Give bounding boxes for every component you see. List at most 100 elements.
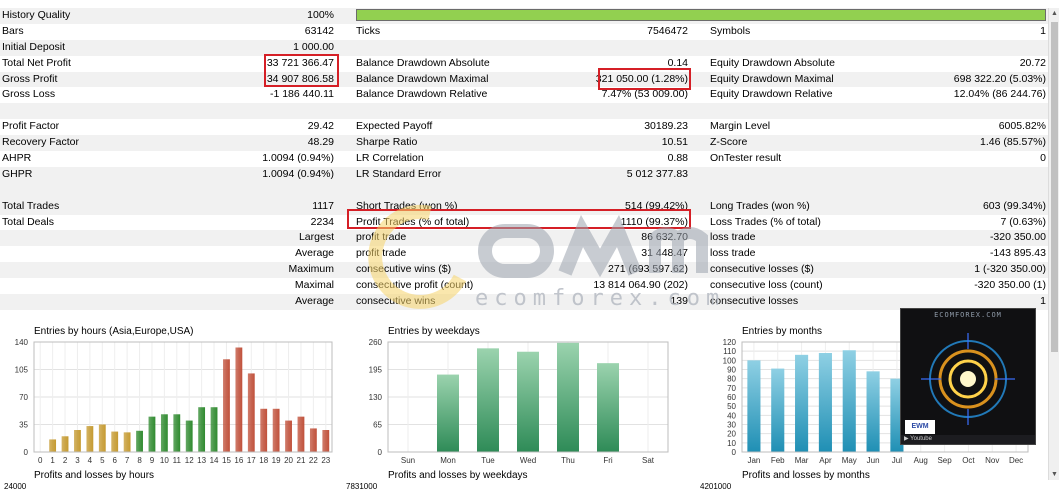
metric-value: 10.51 bbox=[661, 136, 688, 149]
x-tick-label: 23 bbox=[321, 456, 330, 465]
x-tick-label: Fri bbox=[603, 456, 613, 465]
metric-label: Largest bbox=[298, 231, 334, 244]
metric-value: 1 bbox=[1040, 24, 1046, 37]
x-tick-label: Sun bbox=[401, 456, 415, 465]
bar bbox=[247, 373, 255, 452]
metric-label: Average bbox=[295, 295, 334, 308]
metric-value: -320 350.00 (1) bbox=[974, 279, 1046, 292]
metric-value: 5 012 377.83 bbox=[626, 167, 688, 180]
metric-value: 271 (693 597.62) bbox=[608, 263, 688, 276]
chart-title: Entries by months bbox=[742, 326, 823, 337]
bar bbox=[98, 424, 106, 452]
report-row: Gross Loss -1 186 440.11 Balance Drawdown … bbox=[0, 87, 1048, 103]
x-tick-label: 14 bbox=[210, 456, 219, 465]
video-controls[interactable]: ▶ Youtube bbox=[901, 435, 1035, 444]
x-tick-label: Thu bbox=[561, 456, 575, 465]
x-tick-label: 7 bbox=[125, 456, 130, 465]
x-tick-label: Sat bbox=[642, 456, 655, 465]
x-tick-label: May bbox=[842, 456, 857, 465]
report-row: Maximal consecutive profit (count) 13 814 … bbox=[0, 278, 1048, 294]
metric-value: 29.42 bbox=[307, 120, 334, 133]
metric-value: 6005.82% bbox=[998, 120, 1046, 133]
x-tick-label: Jun bbox=[867, 456, 880, 465]
x-tick-label: Mar bbox=[795, 456, 809, 465]
bar bbox=[136, 430, 143, 452]
report-row: AHPR 1.0094 (0.94%) LR Correlation 0.88 OnTe… bbox=[0, 151, 1048, 167]
months-pl-axis-label: 4201000 bbox=[700, 482, 732, 491]
x-tick-label: Oct bbox=[962, 456, 975, 465]
bar bbox=[49, 439, 57, 452]
bar bbox=[747, 360, 761, 452]
x-tick-label: 18 bbox=[259, 456, 268, 465]
y-tick-label: 260 bbox=[369, 338, 383, 347]
x-tick-label: 8 bbox=[137, 456, 142, 465]
x-tick-label: 10 bbox=[160, 456, 169, 465]
bar bbox=[771, 368, 785, 452]
report-row: Average profit trade 31 448.47 loss trade -1… bbox=[0, 246, 1048, 262]
report-row: Recovery Factor 48.29 Sharpe Ratio 10.51 Z-S… bbox=[0, 135, 1048, 152]
bar bbox=[517, 351, 539, 452]
x-tick-label: 3 bbox=[75, 456, 80, 465]
bar bbox=[160, 414, 168, 452]
chart-title: Entries by weekdays bbox=[388, 326, 480, 337]
video-thumbnail[interactable]: ECOMFOREX.COM EWM ▶ Youtube bbox=[900, 308, 1036, 445]
x-tick-label: Apr bbox=[819, 456, 832, 465]
x-tick-label: 9 bbox=[150, 456, 155, 465]
report-row: Bars 63142 Ticks 7546472 Symbols 1 bbox=[0, 24, 1048, 40]
metric-value: 1.46 (85.57%) bbox=[980, 136, 1046, 149]
metric-value: 100% bbox=[307, 9, 334, 21]
hours-chart: 140 105 70 35 0 0 1 2 3 4 5 6 7 8 9 10 11 12 13 14 15 16 17 18 1… bbox=[0, 326, 340, 466]
x-tick-label: 2 bbox=[63, 456, 68, 465]
bar bbox=[795, 354, 809, 452]
metric-value: 1117 bbox=[312, 199, 334, 212]
bar bbox=[235, 347, 243, 452]
y-tick-label: 65 bbox=[373, 421, 382, 430]
bar bbox=[477, 348, 499, 452]
x-tick-label: 17 bbox=[247, 456, 256, 465]
x-tick-label: Tue bbox=[481, 456, 495, 465]
metric-value: 7 (0.63%) bbox=[1000, 215, 1046, 228]
months-pl-title: Profits and losses by months bbox=[742, 470, 870, 481]
x-tick-label: 13 bbox=[197, 456, 206, 465]
bar bbox=[818, 353, 832, 452]
x-tick-label: 11 bbox=[173, 456, 182, 465]
bar bbox=[86, 426, 94, 452]
metric-value: 603 (99.34%) bbox=[982, 199, 1046, 212]
scroll-up-arrow-icon[interactable]: ▲ bbox=[1049, 8, 1059, 19]
vertical-scrollbar[interactable]: ▲ ▼ bbox=[1048, 8, 1059, 480]
bar bbox=[61, 436, 69, 452]
metric-value: 1.0094 (0.94%) bbox=[262, 152, 334, 165]
x-tick-label: 1 bbox=[50, 456, 55, 465]
metric-value: 0.88 bbox=[667, 152, 688, 165]
report-row: GHPR 1.0094 (0.94%) LR Standard Error 5 012… bbox=[0, 166, 1048, 183]
y-tick-label: 50 bbox=[727, 402, 736, 411]
y-tick-label: 0 bbox=[732, 448, 737, 457]
weekdays-pl-title: Profits and losses by weekdays bbox=[388, 470, 528, 481]
x-tick-label: 4 bbox=[88, 456, 93, 465]
metric-value: 139 bbox=[670, 295, 688, 308]
metric-value: 48.29 bbox=[307, 136, 334, 149]
metric-value: -320 350.00 bbox=[989, 231, 1046, 244]
hours-pl-title: Profits and losses by hours bbox=[34, 470, 155, 481]
y-tick-label: 0 bbox=[378, 448, 383, 457]
balance-drawdown-highlight bbox=[598, 68, 691, 90]
report-row: Average consecutive wins 139 consecutive lo… bbox=[0, 294, 1048, 310]
bar bbox=[210, 407, 218, 452]
bar bbox=[173, 414, 181, 452]
y-tick-label: 70 bbox=[19, 393, 28, 402]
x-tick-label: 21 bbox=[297, 456, 306, 465]
bar bbox=[260, 408, 268, 452]
report-row: Gross Profit 34 907 806.58 Balance Drawdow… bbox=[0, 71, 1048, 88]
scroll-down-arrow-icon[interactable]: ▼ bbox=[1049, 469, 1059, 480]
metric-value: -1 186 440.11 bbox=[269, 88, 334, 101]
y-tick-label: 40 bbox=[727, 411, 736, 420]
thumbnail-brand: EWM bbox=[905, 420, 935, 434]
metric-value: 13 814 064.90 (202) bbox=[593, 279, 688, 292]
bar bbox=[285, 420, 292, 452]
y-tick-label: 60 bbox=[727, 393, 736, 402]
scroll-thumb[interactable] bbox=[1051, 22, 1058, 352]
metric-value: 20.72 bbox=[1019, 56, 1046, 69]
metric-value: 86 632.70 bbox=[641, 231, 688, 244]
bar bbox=[111, 431, 119, 452]
metric-label: Average bbox=[295, 247, 334, 260]
